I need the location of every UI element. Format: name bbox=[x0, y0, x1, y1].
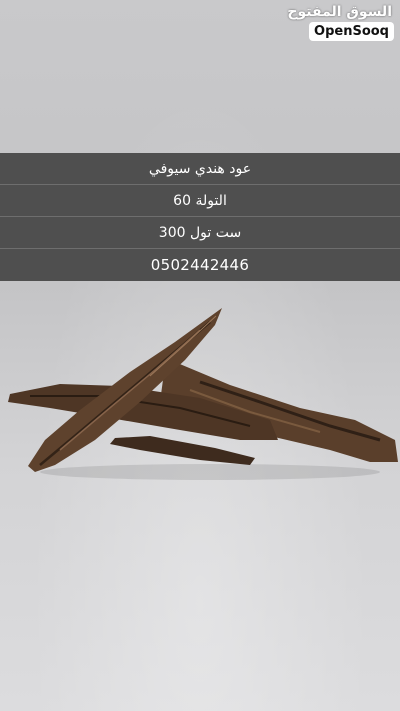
listing-phone-number: 0502442446 bbox=[150, 256, 250, 274]
watermark-arabic-text: السوق المفتوح bbox=[287, 4, 392, 20]
wood-shadow bbox=[40, 464, 380, 480]
agarwood-image bbox=[8, 308, 398, 480]
listing-title: عود هندي سيوفي bbox=[0, 153, 400, 185]
opensooq-watermark: السوق المفتوح OpenSooq bbox=[287, 4, 394, 41]
listing-info-overlay: عود هندي سيوفي التولة 60 ست تول 300 0502… bbox=[0, 153, 400, 281]
wood-splinter bbox=[110, 436, 255, 465]
listing-price-per-tola: التولة 60 bbox=[0, 185, 400, 217]
watermark-brand-logo: OpenSooq bbox=[309, 22, 394, 41]
listing-price-six-tola: ست تول 300 bbox=[0, 217, 400, 249]
